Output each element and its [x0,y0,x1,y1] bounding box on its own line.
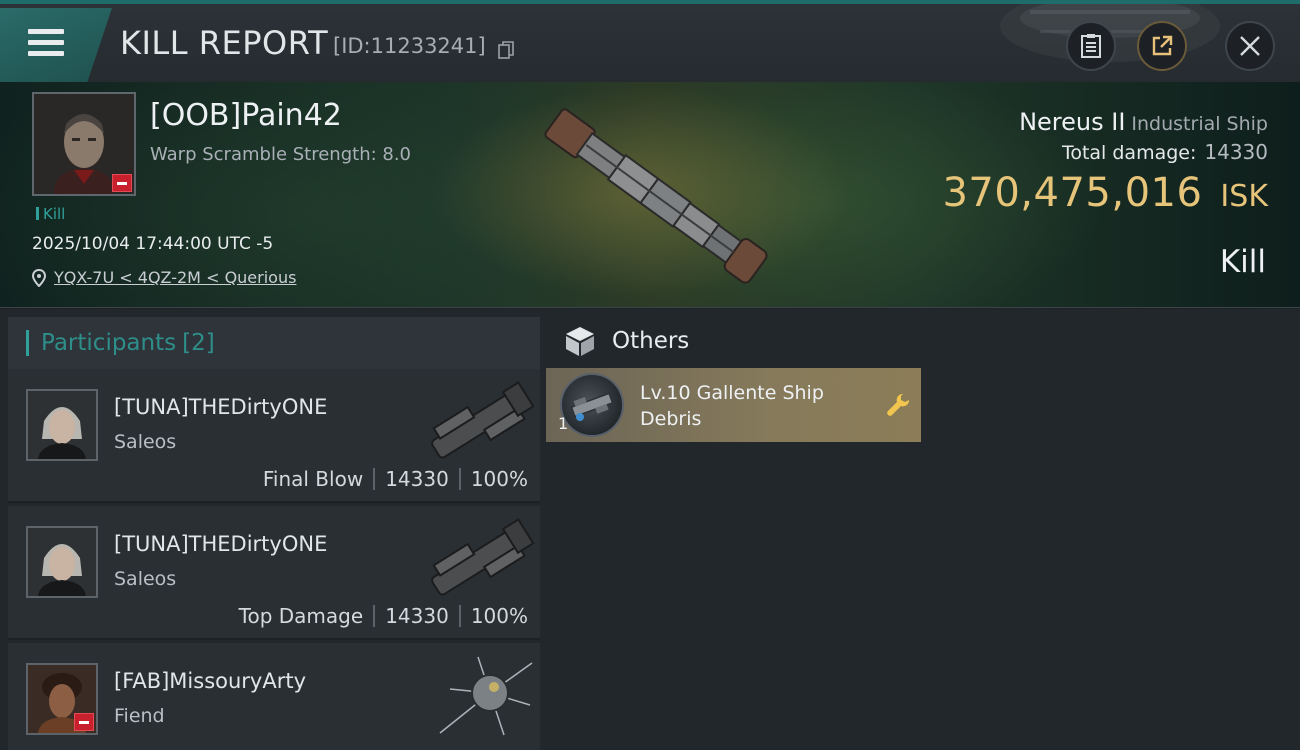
pilot-portrait-icon [28,391,96,459]
report-body: Participants [2] [TUNA]THEDirtyONE Saleo… [0,309,1300,750]
others-label: Others [612,328,690,354]
page-title: KILL REPORT [120,24,329,62]
kill-tag: Kill [36,205,65,223]
copy-icon[interactable] [498,41,514,60]
stats-divider [458,605,461,627]
close-button[interactable] [1225,21,1275,71]
participant-row[interactable]: [FAB]MissouryArty Fiend [8,643,540,750]
participant-row[interactable]: [TUNA]THEDirtyONE Saleos Final Blow 1433… [8,369,540,503]
cube-icon [566,327,594,356]
result-label: Kill [1219,244,1266,280]
participant-name[interactable]: [TUNA]THEDirtyONE [114,532,327,556]
participants-label: Participants [41,330,177,356]
hostile-badge [112,174,132,192]
participant-percent: 100% [470,467,528,491]
share-icon [1152,35,1173,56]
total-damage-value: 14330 [1204,140,1268,164]
clipboard-icon [1081,34,1101,58]
title-bar: KILL REPORT [ID:11233241] [0,0,1300,82]
ship-debris-icon [560,373,624,437]
ship-name[interactable]: Nereus II [1019,108,1125,136]
participant-damage: 14330 [385,604,449,628]
participant-name[interactable]: [TUNA]THEDirtyONE [114,395,327,419]
warp-scramble-strength: Warp Scramble Strength: 8.0 [150,144,412,165]
participant-stats: Top Damage 14330 100% [239,604,528,628]
participant-role: Top Damage [238,604,364,628]
participant-ship: Saleos [114,431,177,453]
participants-panel: Participants [2] [TUNA]THEDirtyONE Saleo… [8,309,540,750]
participant-percent: 100% [470,604,528,628]
participants-count: [2] [182,330,215,356]
isk-unit: ISK [1220,179,1268,214]
participant-stats: Final Blow 14330 100% [263,467,528,491]
total-damage-row: Total damage: 14330 [1062,140,1268,164]
participant-ship-image [431,381,535,459]
participants-header: Participants [2] [8,317,540,369]
total-damage-label: Total damage: [1061,142,1197,164]
stats-divider [373,605,376,627]
wrench-icon[interactable] [885,392,911,418]
menu-button[interactable] [0,8,112,82]
participant-row[interactable]: [TUNA]THEDirtyONE Saleos Top Damage 1433… [8,506,540,640]
others-header: Others [564,325,689,357]
isk-value: 370,475,016 [942,170,1203,216]
isk-value-row: 370,475,016 ISK [942,170,1268,216]
ship-class: Industrial Ship [1131,113,1268,135]
participant-avatar[interactable] [26,663,98,735]
ship-name-row: Nereus II Industrial Ship [1019,108,1268,136]
clipboard-button[interactable] [1066,21,1116,71]
participant-role: Final Blow [262,467,364,491]
victim-name[interactable]: [OOB]Pain42 [150,98,342,133]
location-link[interactable]: YQX-7U < 4QZ-2M < Querious [32,268,296,287]
stats-divider [373,468,376,490]
victim-avatar[interactable] [32,92,136,196]
close-icon [1240,36,1260,56]
location-text: YQX-7U < 4QZ-2M < Querious [54,268,297,287]
participant-damage: 14330 [385,467,449,491]
kill-summary-banner: [OOB]Pain42 Warp Scramble Strength: 8.0 … [0,82,1300,308]
others-panel: Others 1 Lv.10 Gallente Ship Debris [546,309,1300,750]
participant-ship-image [439,656,533,736]
hamburger-icon [28,29,64,57]
participant-name[interactable]: [FAB]MissouryArty [114,669,306,693]
stats-divider [458,468,461,490]
participant-avatar[interactable] [26,526,98,598]
participant-ship: Saleos [114,568,177,590]
report-id: [ID:11233241] [333,34,486,58]
victim-ship-image [544,108,768,284]
item-quantity: 1 [558,414,569,433]
pilot-portrait-icon [28,528,96,596]
hostile-badge [74,713,94,731]
participant-avatar[interactable] [26,389,98,461]
location-pin-icon [32,268,46,287]
share-button[interactable] [1137,21,1187,71]
participant-ship: Fiend [114,705,165,727]
participant-ship-image [431,518,535,596]
loot-item-card[interactable]: 1 Lv.10 Gallente Ship Debris [546,368,921,442]
kill-timestamp: 2025/10/04 17:44:00 UTC -5 [32,234,274,254]
item-name: Lv.10 Gallente Ship Debris [640,382,824,430]
